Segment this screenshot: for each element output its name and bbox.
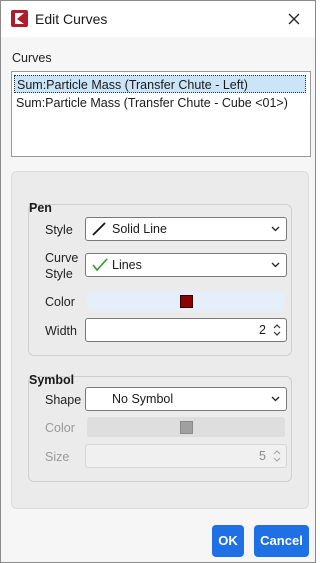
symbol-shape-value: No Symbol	[112, 392, 174, 406]
ok-button[interactable]: OK	[212, 525, 244, 557]
curve-list-item[interactable]: Sum:Particle Mass (Transfer Chute - Left…	[14, 75, 306, 93]
close-icon	[288, 13, 300, 25]
spin-arrows-icon[interactable]	[272, 448, 282, 464]
title-bar: Edit Curves	[1, 1, 315, 37]
pen-color-label: Color	[45, 295, 75, 309]
symbol-color-swatch	[180, 421, 193, 434]
spin-arrows-icon[interactable]	[272, 322, 282, 338]
symbol-color-picker[interactable]	[87, 417, 285, 437]
symbol-size-spinbox[interactable]: 5	[85, 444, 287, 468]
edit-curves-dialog: Edit Curves Curves Sum:Particle Mass (Tr…	[0, 0, 316, 563]
curve-style-label-1: Curve	[45, 251, 79, 265]
curve-lines-icon	[92, 258, 108, 272]
curves-list[interactable]: Sum:Particle Mass (Transfer Chute - Left…	[11, 71, 311, 157]
pen-style-label: Style	[45, 223, 73, 237]
curve-style-label-2: Style	[45, 267, 73, 281]
chevron-down-icon	[271, 226, 280, 232]
curve-style-value: Lines	[112, 258, 142, 272]
close-button[interactable]	[281, 7, 307, 31]
symbol-group-title: Symbol	[29, 373, 75, 387]
symbol-shape-label: Shape	[45, 393, 82, 407]
symbol-size-value: 5	[259, 449, 266, 463]
cancel-button[interactable]: Cancel	[254, 525, 309, 557]
pen-style-value: Solid Line	[112, 222, 167, 236]
curve-style-select[interactable]: Lines	[85, 253, 287, 277]
chevron-down-icon	[271, 396, 280, 402]
curve-list-item[interactable]: Sum:Particle Mass (Transfer Chute - Cube…	[14, 94, 306, 112]
pen-width-value: 2	[259, 323, 266, 337]
symbol-shape-select[interactable]: No Symbol	[85, 387, 287, 411]
pen-width-label: Width	[45, 324, 77, 338]
solid-line-icon	[92, 222, 106, 236]
symbol-size-label: Size	[45, 450, 70, 464]
pen-width-spinbox[interactable]: 2	[85, 318, 287, 342]
symbol-color-label: Color	[45, 421, 75, 435]
pen-color-picker[interactable]	[87, 291, 285, 311]
pen-color-swatch	[180, 295, 193, 308]
curves-label: Curves	[12, 51, 52, 65]
properties-panel: Pen Style Solid Line Curve Style Lines C…	[11, 171, 309, 509]
pen-group-title: Pen	[29, 201, 52, 215]
app-logo-icon	[11, 10, 28, 27]
window-title: Edit Curves	[35, 11, 108, 27]
pen-style-select[interactable]: Solid Line	[85, 217, 287, 241]
chevron-down-icon	[271, 262, 280, 268]
